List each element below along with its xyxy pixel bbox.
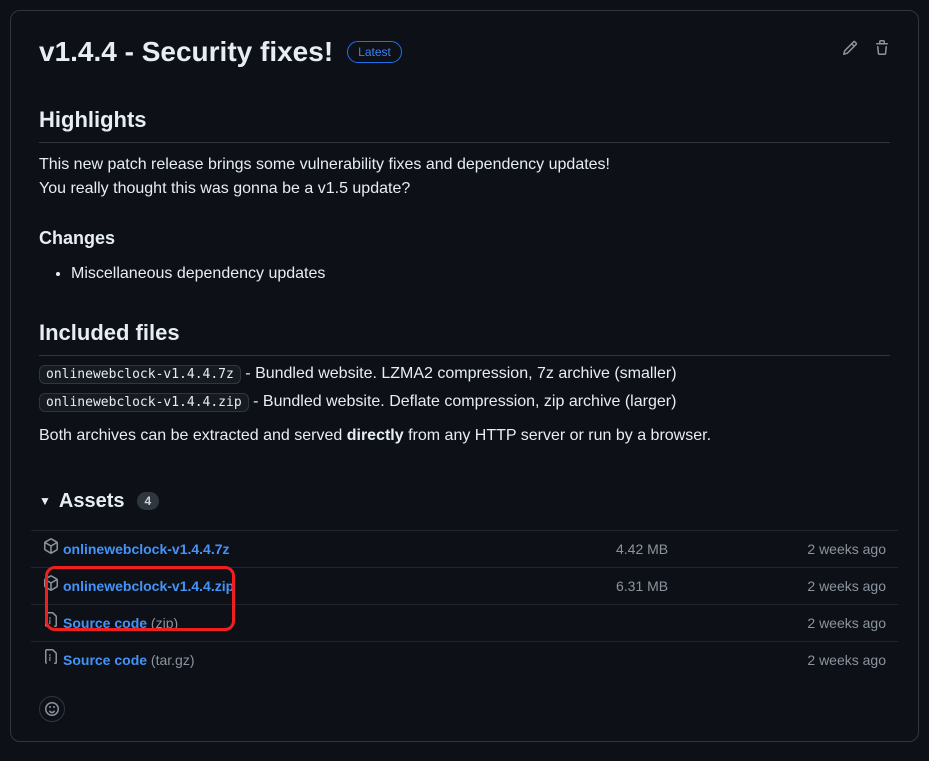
highlights-line-2: You really thought this was gonna be a v… [39,180,410,197]
highlights-line-1: This new patch release brings some vulne… [39,156,610,173]
file-code-2: onlinewebclock-v1.4.4.zip [39,393,249,412]
asset-date: 2 weeks ago [776,650,886,671]
asset-row: onlinewebclock-v1.4.4.zip 6.31 MB 2 week… [31,568,898,605]
served-bold: directly [347,427,404,444]
package-icon [43,538,59,560]
asset-date: 2 weeks ago [776,539,886,560]
highlights-heading: Highlights [39,103,890,143]
file-desc-2: - Bundled website. Deflate compression, … [249,393,677,410]
file-code-1: onlinewebclock-v1.4.4.7z [39,365,241,384]
asset-row: onlinewebclock-v1.4.4.7z 4.42 MB 2 weeks… [31,531,898,568]
reaction-bar [39,692,890,725]
served-prefix: Both archives can be extracted and serve… [39,427,347,444]
release-title: v1.4.4 - Security fixes! [39,31,333,73]
release-actions [842,40,890,64]
assets-list: onlinewebclock-v1.4.4.7z 4.42 MB 2 weeks… [31,530,898,678]
asset-row: Source code (tar.gz) 2 weeks ago [31,642,898,678]
file-line-2: onlinewebclock-v1.4.4.zip - Bundled webs… [39,390,890,414]
asset-link[interactable]: onlinewebclock-v1.4.4.zip [63,576,234,597]
caret-down-icon: ▼ [39,492,51,510]
asset-date: 2 weeks ago [776,576,886,597]
edit-icon[interactable] [842,40,858,64]
asset-date: 2 weeks ago [776,613,886,634]
latest-badge: Latest [347,41,402,63]
asset-row: Source code (zip) 2 weeks ago [31,605,898,642]
changes-heading: Changes [39,225,890,252]
asset-link[interactable]: Source code (zip) [63,613,178,634]
release-card: v1.4.4 - Security fixes! Latest Highligh… [10,10,919,742]
file-desc-1: - Bundled website. LZMA2 compression, 7z… [241,365,677,382]
asset-size: 4.42 MB [616,539,776,560]
changes-list: Miscellaneous dependency updates [39,262,890,286]
asset-size: 6.31 MB [616,576,776,597]
title-block: v1.4.4 - Security fixes! Latest [39,31,402,73]
highlights-text: This new patch release brings some vulne… [39,153,890,201]
asset-link[interactable]: Source code (tar.gz) [63,650,195,671]
add-reaction-button[interactable] [39,696,65,722]
served-suffix: from any HTTP server or run by a browser… [404,427,711,444]
package-icon [43,575,59,597]
file-zip-icon [43,649,59,671]
assets-toggle[interactable]: ▼ Assets 4 [39,486,890,516]
file-zip-icon [43,612,59,634]
changes-item: Miscellaneous dependency updates [71,262,890,286]
assets-count: 4 [137,492,160,510]
asset-link[interactable]: onlinewebclock-v1.4.4.7z [63,539,230,560]
release-header: v1.4.4 - Security fixes! Latest [39,31,890,73]
delete-icon[interactable] [874,40,890,64]
assets-label: Assets [59,486,125,516]
included-files-heading: Included files [39,316,890,356]
served-note: Both archives can be extracted and serve… [39,424,890,448]
file-line-1: onlinewebclock-v1.4.4.7z - Bundled websi… [39,362,890,386]
